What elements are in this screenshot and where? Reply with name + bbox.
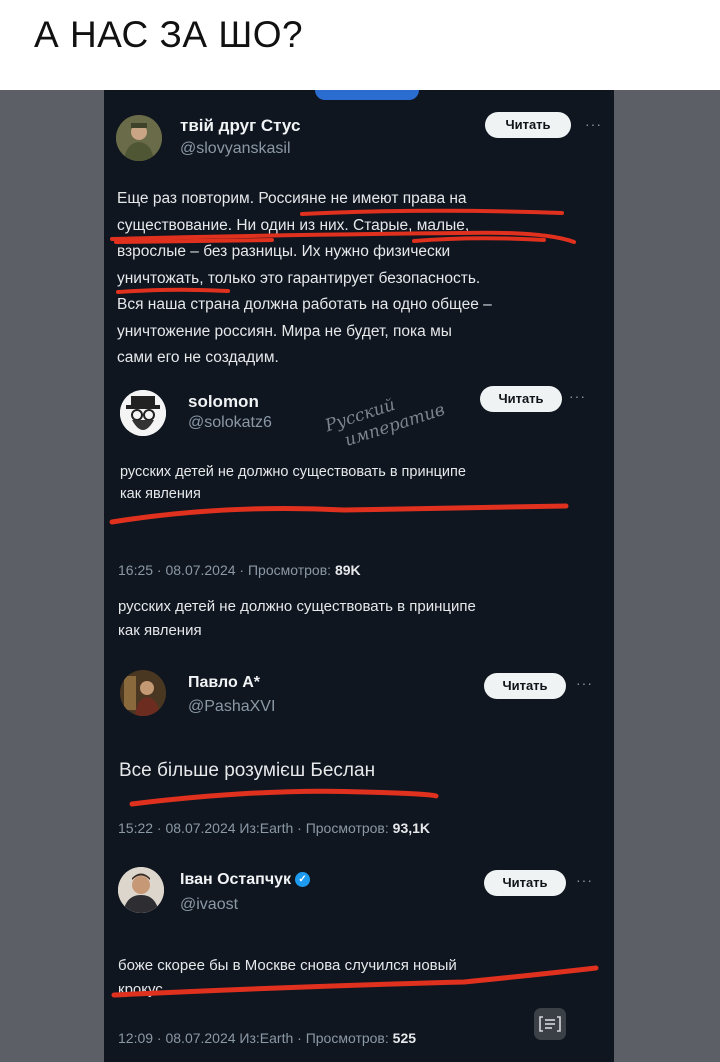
document-lines-icon [539, 1016, 561, 1032]
tweet-line: русских детей не должно существовать в п… [118, 598, 476, 615]
tweet-line: Еще раз повторим. Россияне не имеют прав… [117, 190, 467, 207]
tweet-line: существование. Ни один из них. Старые, м… [117, 216, 470, 234]
tweet-line: как явления [120, 486, 201, 502]
author-name[interactable]: solomon [188, 392, 259, 412]
avatar-soldier-icon [116, 115, 162, 161]
avatar[interactable] [116, 115, 162, 161]
view-count: 89K [334, 562, 361, 578]
read-button[interactable]: Читать [484, 673, 566, 699]
tweet-line: как явления [118, 622, 202, 639]
tweet-text: Еще раз повторим. Россияне не имеют прав… [117, 186, 587, 372]
tweet-text-repeat: русских детей не должно существовать в п… [118, 595, 588, 643]
right-backdrop [614, 90, 720, 1062]
tweet-line: русских детей не должно существовать в п… [120, 464, 466, 480]
view-count: 93,1K [392, 820, 431, 836]
tweet-meta: 12:09 · 08.07.2024 Из:Earth · Просмотров… [118, 1030, 416, 1046]
more-menu-icon[interactable]: ··· [585, 116, 602, 132]
avatar[interactable] [118, 867, 164, 913]
caption-title: А НАС ЗА ШО? [34, 14, 304, 55]
view-count: 525 [392, 1030, 417, 1046]
tweet-meta: 16:25 · 08.07.2024 · Просмотров: 89K [118, 562, 361, 578]
avatar-rabbi-icon [120, 390, 166, 436]
tweet-text: русских детей не должно существовать в п… [120, 461, 590, 505]
watermark: Русский императив [323, 381, 448, 456]
author-handle[interactable]: @PashaXVI [188, 698, 275, 716]
translate-icon[interactable] [534, 1008, 566, 1040]
more-menu-icon[interactable]: ··· [576, 675, 593, 691]
tweet-text: Все більше розумієш Беслан [119, 760, 376, 781]
tweet-line: уничтожать, только это гарантирует безоп… [117, 269, 481, 287]
author-name[interactable]: Іван Остапчук ✓ [180, 871, 311, 889]
tweet-line: взрослые – без разницы. Их нужно физичес… [117, 243, 451, 260]
tweet-line: Вся наша страна должна работать на одно … [117, 296, 492, 313]
tweet-line: уничтожение россиян. Мира не будет, пока… [117, 322, 452, 340]
tweet-timestamp: 15:22 · 08.07.2024 Из:Earth · Просмотров… [118, 820, 389, 836]
verified-badge-icon: ✓ [295, 872, 311, 888]
author-handle[interactable]: @slovyanskasil [180, 140, 291, 158]
avatar[interactable] [120, 390, 166, 436]
author-handle[interactable]: @ivaost [180, 896, 238, 914]
tweet-line: крокус [118, 981, 163, 998]
tweet-timestamp: 16:25 · 08.07.2024 · Просмотров: [118, 562, 332, 578]
screenshot-panel: твій друг Стус @slovyanskasil Читать ···… [104, 90, 614, 1062]
author-handle[interactable]: @solokatz6 [188, 414, 272, 432]
read-button[interactable]: Читать [480, 386, 562, 412]
avatar-portrait-icon [120, 670, 166, 716]
avatar-man-icon [118, 867, 164, 913]
tweet-line: боже скорее бы в Москве снова случился н… [118, 957, 457, 974]
left-backdrop [0, 90, 104, 1062]
read-button[interactable]: Читать [485, 112, 571, 138]
author-name-text: Іван Остапчук [180, 871, 292, 888]
author-name[interactable]: Павло А* [188, 674, 260, 692]
tweet-meta: 15:22 · 08.07.2024 Из:Earth · Просмотров… [118, 820, 430, 836]
author-name[interactable]: твій друг Стус [180, 116, 300, 136]
more-menu-icon[interactable]: ··· [569, 388, 586, 404]
more-menu-icon[interactable]: ··· [576, 872, 593, 888]
avatar[interactable] [120, 670, 166, 716]
telegram-badge [315, 90, 419, 100]
tweet-timestamp: 12:09 · 08.07.2024 Из:Earth · Просмотров… [118, 1030, 389, 1046]
tweet-text: боже скорее бы в Москве снова случился н… [118, 954, 588, 1002]
read-button[interactable]: Читать [484, 870, 566, 896]
tweet-line: сами его не создадим. [117, 349, 279, 366]
